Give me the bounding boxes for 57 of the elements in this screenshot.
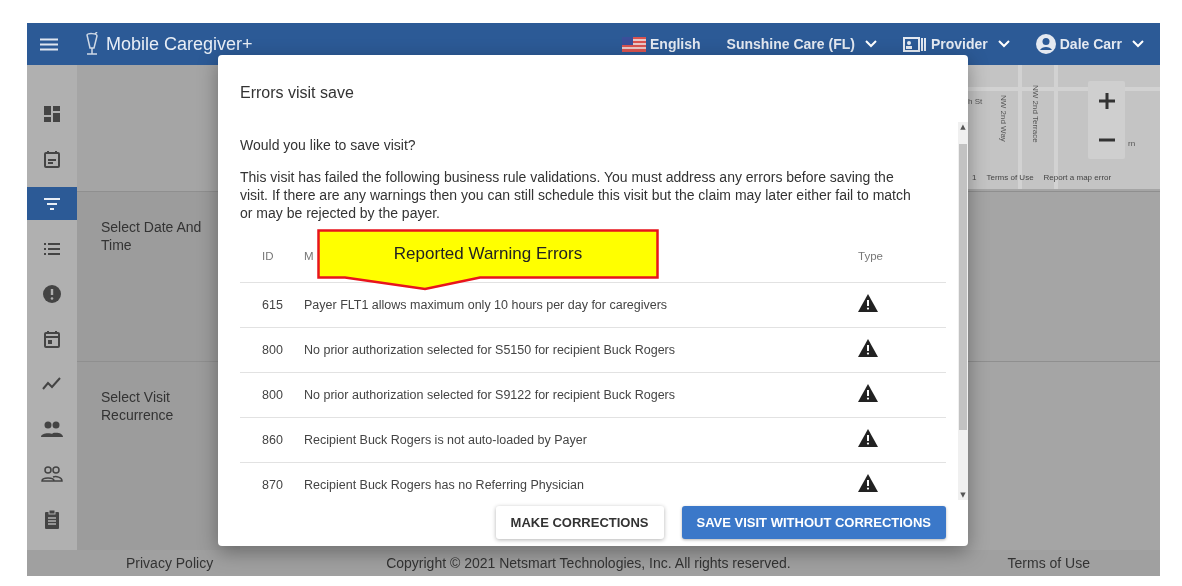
warning-icon (858, 384, 878, 402)
table-cell: 870 (240, 462, 304, 500)
copyright-text: Copyright © 2021 Netsmart Technologies, Inc. All rights reserved. (386, 555, 791, 571)
user-menu[interactable]: Dale Carr (1059, 36, 1122, 52)
sidebar-item[interactable] (27, 187, 77, 220)
save-button[interactable]: SAVE VISIT WITHOUT CORRECTIONS (681, 506, 946, 539)
clipboard-icon (44, 508, 60, 529)
minus-icon (1098, 137, 1115, 142)
chevron-down-icon (1132, 40, 1144, 48)
us-flag-icon (622, 36, 646, 52)
calendar-icon (43, 149, 61, 168)
alert-icon (42, 283, 62, 304)
warning-icon (858, 429, 878, 447)
language-selector[interactable]: English (650, 36, 701, 52)
chevron-down-icon (864, 40, 877, 48)
street-label: NW 2nd Way (999, 95, 1008, 142)
warning-icon (858, 339, 878, 357)
agency-selector[interactable]: Sunshine Care (FL) (726, 36, 855, 52)
street-label: rn (1128, 139, 1136, 148)
table-cell: 800 (240, 327, 304, 373)
trend-line-icon (42, 376, 62, 391)
app-title: Mobile Caregiver+ (106, 33, 253, 55)
people-outline-icon (41, 465, 63, 482)
chevron-down-icon (997, 40, 1010, 48)
dialog-title: Errors visit save (239, 83, 355, 103)
menu-icon[interactable] (40, 37, 58, 51)
map-attribution[interactable]: 1 (972, 173, 977, 182)
warning-icon (858, 294, 878, 312)
table-cell: No prior authorization selected for S5150 for recipient Buck Rogers (304, 327, 858, 373)
table-cell: 860 (240, 417, 304, 463)
callout-label: Reported Warning Errors (317, 229, 659, 291)
table-cell: 800 (240, 372, 304, 418)
logo-icon (84, 32, 100, 56)
street-label: h St (968, 97, 983, 106)
privacy-link[interactable]: Privacy Policy (126, 555, 214, 571)
role-selector[interactable]: Provider (930, 36, 988, 52)
scrollbar-thumb[interactable] (959, 144, 967, 430)
street-label: NW 2nd Terrace (1031, 85, 1040, 143)
list-icon (43, 241, 61, 256)
map-attribution[interactable]: Report a map error (1043, 173, 1112, 182)
plus-icon (1098, 92, 1115, 109)
table-cell: Recipient Buck Rogers is not auto-loaded by Payer (304, 417, 858, 463)
filter-icon (43, 196, 61, 211)
dialog-question: Would you like to save visit? (240, 136, 417, 154)
terms-link[interactable]: Terms of Use (1007, 555, 1090, 571)
calendar-icon (43, 329, 61, 348)
people-icon (41, 420, 63, 437)
column-header: Type (858, 230, 946, 283)
dashboard-icon (43, 104, 61, 123)
corrections-button[interactable]: MAKE CORRECTIONS (495, 506, 664, 539)
map-attribution[interactable]: Terms of Use (986, 173, 1034, 182)
table-cell: 615 (240, 282, 304, 328)
id-card-icon (902, 36, 927, 52)
column-header: ID (240, 230, 304, 283)
table-cell: No prior authorization selected for S9122 for recipient Buck Rogers (304, 372, 858, 418)
warning-icon (858, 474, 878, 492)
account-icon (1035, 34, 1056, 54)
